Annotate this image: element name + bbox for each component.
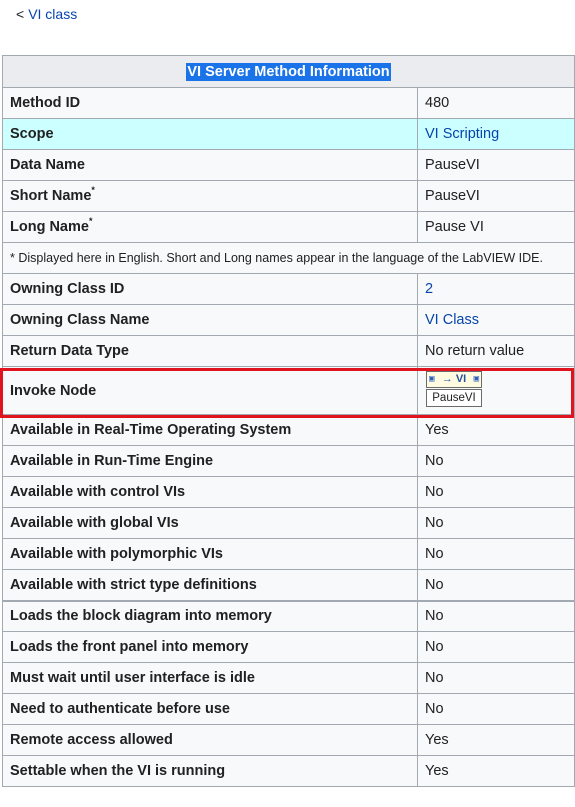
table-title-row: VI Server Method Information bbox=[2, 55, 575, 88]
row-value: Yes bbox=[417, 724, 575, 756]
row-value: ▣ → VI ▣ PauseVI bbox=[417, 366, 575, 415]
row-value: Yes bbox=[417, 414, 575, 446]
table-row-return-data-type: Return Data Type No return value bbox=[2, 335, 575, 367]
row-label-text: Short Name bbox=[10, 188, 92, 204]
invoke-node-icon: ▣ → VI ▣ PauseVI bbox=[425, 370, 482, 409]
table-row-invoke-node: Invoke Node ▣ → VI ▣ PauseVI bbox=[2, 366, 575, 415]
back-link-vi-class[interactable]: VI class bbox=[28, 6, 77, 22]
table-row-available-rte: Available in Run-Time Engine No bbox=[2, 445, 575, 477]
row-value: PauseVI bbox=[417, 149, 575, 181]
table-row-available-rtos: Available in Real-Time Operating System … bbox=[2, 414, 575, 446]
row-label: Need to authenticate before use bbox=[2, 693, 418, 725]
table-row-settable-running: Settable when the VI is running Yes bbox=[2, 755, 575, 787]
row-value: No bbox=[417, 476, 575, 508]
row-value: No bbox=[417, 445, 575, 477]
row-label: Available with control VIs bbox=[2, 476, 418, 508]
row-label: Available with strict type definitions bbox=[2, 569, 418, 601]
owning-class-id-link[interactable]: 2 bbox=[425, 281, 433, 297]
row-label: Loads the block diagram into memory bbox=[2, 599, 418, 632]
invoke-node-header: ▣ → VI ▣ bbox=[426, 370, 482, 388]
row-value: No return value bbox=[417, 335, 575, 367]
row-value: No bbox=[417, 599, 575, 632]
row-value: VI Scripting bbox=[417, 118, 575, 150]
row-label-text: Long Name bbox=[10, 219, 89, 235]
row-label: Short Name* bbox=[2, 180, 418, 212]
owning-class-name-link[interactable]: VI Class bbox=[425, 312, 479, 328]
footnote-marker: * bbox=[88, 216, 93, 226]
row-value: Pause VI bbox=[417, 211, 575, 243]
row-label: Settable when the VI is running bbox=[2, 755, 418, 787]
table-row-long-name: Long Name* Pause VI bbox=[2, 211, 575, 243]
row-value: No bbox=[417, 693, 575, 725]
row-value: 480 bbox=[417, 87, 575, 119]
table-row-available-control-vis: Available with control VIs No bbox=[2, 476, 575, 508]
table-row-footnote: * Displayed here in English. Short and L… bbox=[2, 242, 575, 274]
row-value: No bbox=[417, 569, 575, 601]
row-value: No bbox=[417, 507, 575, 539]
table-row-available-global-vis: Available with global VIs No bbox=[2, 507, 575, 539]
table-row-remote-access: Remote access allowed Yes bbox=[2, 724, 575, 756]
table-title-text: VI Server Method Information bbox=[186, 62, 391, 81]
arrow-right-icon: → bbox=[441, 373, 453, 385]
footnote-text: * Displayed here in English. Short and L… bbox=[2, 242, 575, 274]
table-title: VI Server Method Information bbox=[2, 55, 575, 88]
row-label: Loads the front panel into memory bbox=[2, 631, 418, 663]
footnote-marker: * bbox=[91, 185, 95, 195]
row-label: Available with global VIs bbox=[2, 507, 418, 539]
row-value: No bbox=[417, 538, 575, 570]
scope-link[interactable]: VI Scripting bbox=[425, 126, 499, 142]
reference-out-icon: ▣ bbox=[473, 373, 479, 384]
invoke-node-class: VI bbox=[455, 373, 467, 385]
table-row-scope: Scope VI Scripting bbox=[2, 118, 575, 150]
row-label: Owning Class Name bbox=[2, 304, 418, 336]
row-label: Available in Run-Time Engine bbox=[2, 445, 418, 477]
table-row-data-name: Data Name PauseVI bbox=[2, 149, 575, 181]
row-label: Remote access allowed bbox=[2, 724, 418, 756]
row-label: Data Name bbox=[2, 149, 418, 181]
row-label: Available in Real-Time Operating System bbox=[2, 414, 418, 446]
row-label: Method ID bbox=[2, 87, 418, 119]
table-row-owning-class-name: Owning Class Name VI Class bbox=[2, 304, 575, 336]
row-label: Available with polymorphic VIs bbox=[2, 538, 418, 570]
row-label: Owning Class ID bbox=[2, 273, 418, 305]
table-row-available-polymorphic-vis: Available with polymorphic VIs No bbox=[2, 538, 575, 570]
row-label: Scope bbox=[2, 118, 418, 150]
table-row-loads-block-diagram: Loads the block diagram into memory No bbox=[2, 599, 575, 632]
reference-in-icon: ▣ bbox=[429, 373, 435, 384]
row-label: Return Data Type bbox=[2, 335, 418, 367]
method-info-table: VI Server Method Information Method ID 4… bbox=[2, 55, 575, 787]
row-label: Must wait until user interface is idle bbox=[2, 662, 418, 694]
row-value: No bbox=[417, 631, 575, 663]
row-value: PauseVI bbox=[417, 180, 575, 212]
table-row-must-wait-ui-idle: Must wait until user interface is idle N… bbox=[2, 662, 575, 694]
breadcrumb: < VI class bbox=[16, 6, 77, 22]
row-label: Long Name* bbox=[2, 211, 418, 243]
table-row-short-name: Short Name* PauseVI bbox=[2, 180, 575, 212]
table-row-need-authenticate: Need to authenticate before use No bbox=[2, 693, 575, 725]
row-value: VI Class bbox=[417, 304, 575, 336]
row-value: 2 bbox=[417, 273, 575, 305]
invoke-node-method: PauseVI bbox=[426, 388, 482, 407]
row-value: Yes bbox=[417, 755, 575, 787]
table-row-available-strict-typedefs: Available with strict type definitions N… bbox=[2, 569, 575, 601]
table-row-loads-front-panel: Loads the front panel into memory No bbox=[2, 631, 575, 663]
table-row-method-id: Method ID 480 bbox=[2, 87, 575, 119]
row-label: Invoke Node bbox=[2, 366, 418, 415]
row-value: No bbox=[417, 662, 575, 694]
table-row-owning-class-id: Owning Class ID 2 bbox=[2, 273, 575, 305]
back-chevron-icon: < bbox=[16, 6, 25, 22]
